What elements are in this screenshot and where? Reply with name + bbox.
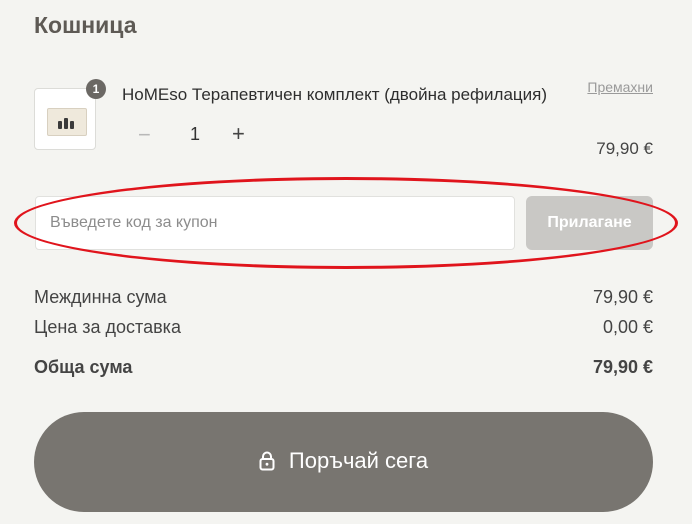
checkout-label: Поръчай сега	[288, 447, 429, 473]
increase-quantity-button[interactable]: +	[232, 121, 245, 147]
product-image	[47, 108, 87, 136]
checkout-button[interactable]: Поръчай сега	[34, 412, 653, 512]
shipping-value: 0,00 €	[602, 317, 653, 337]
line-item-price: 79,90 €	[596, 139, 653, 158]
total-label: Обща сума	[34, 357, 133, 377]
coupon-input[interactable]	[35, 196, 515, 250]
shipping-label: Цена за доставка	[34, 317, 181, 337]
subtotal-value: 79,90 €	[592, 287, 653, 307]
quantity-badge: 1	[86, 79, 106, 99]
quantity-value[interactable]: 1	[190, 124, 200, 145]
total-value: 79,90 €	[592, 357, 653, 377]
remove-link[interactable]: Премахни	[587, 79, 653, 95]
product-name[interactable]: HoMEso Терапевтичен комплект (двойна реф…	[122, 85, 547, 105]
apply-coupon-button[interactable]: Прилагане	[526, 196, 653, 250]
decrease-quantity-button[interactable]: −	[138, 122, 151, 148]
lock-icon	[259, 451, 275, 470]
subtotal-label: Междинна сума	[34, 287, 167, 307]
cart-title: Кошница	[34, 12, 137, 38]
product-thumbnail[interactable]	[34, 88, 96, 150]
quantity-stepper: − 1 +	[130, 121, 260, 150]
